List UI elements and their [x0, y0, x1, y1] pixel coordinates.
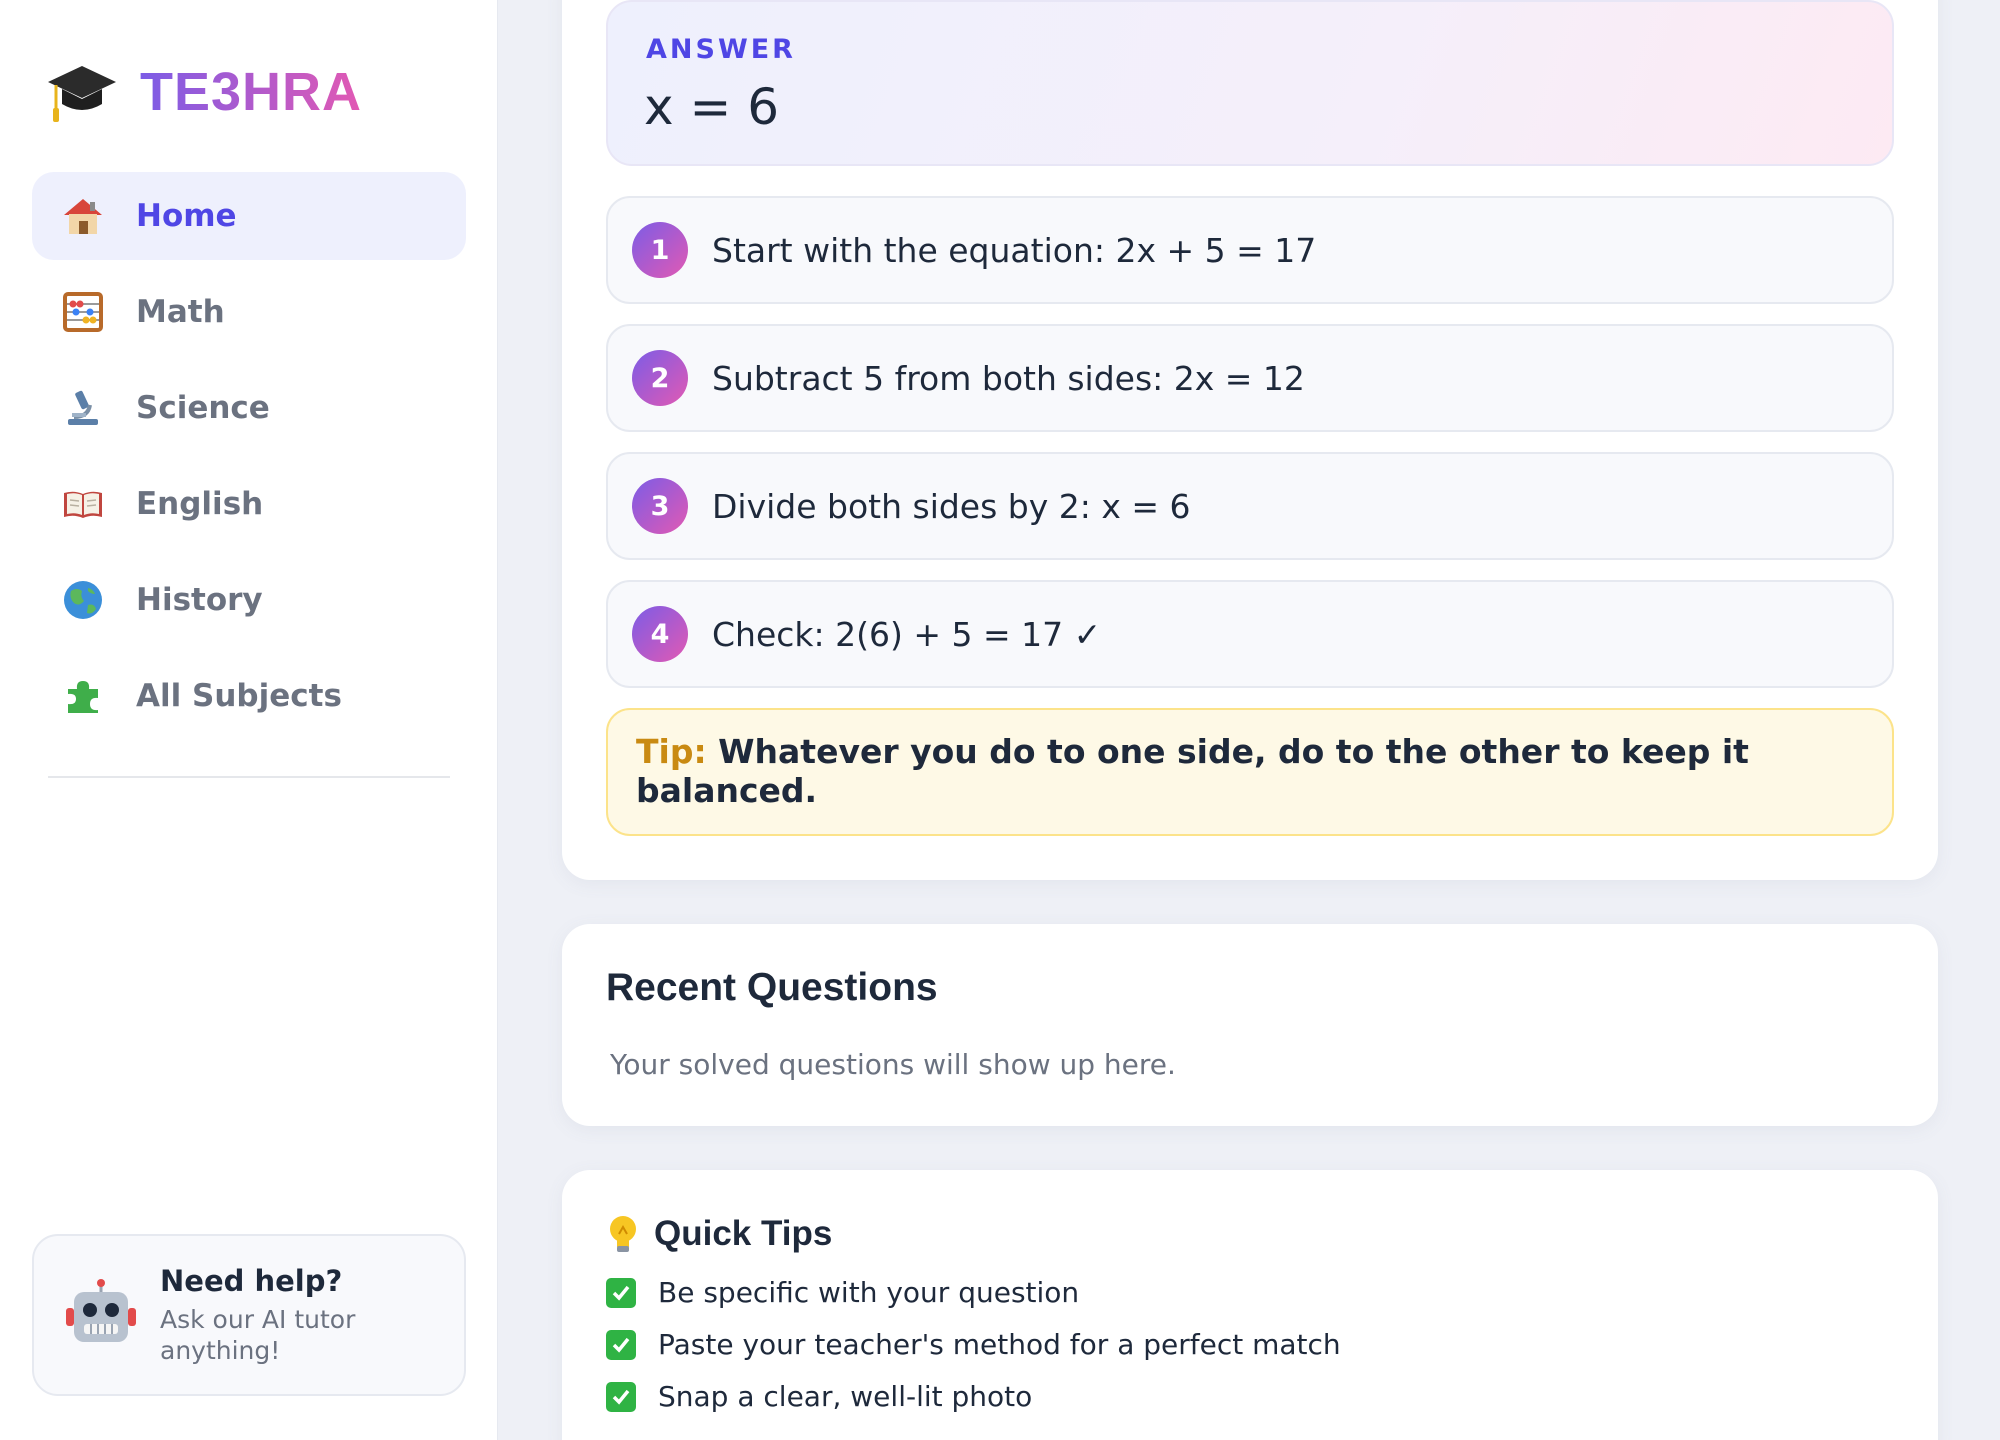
help-subtitle: Ask our AI tutor anything!: [160, 1305, 356, 1365]
sidebar-nav: Home Math Science English History All Su…: [32, 172, 466, 748]
sidebar-item-science[interactable]: Science: [32, 364, 466, 452]
brand-name: TE3HRA: [140, 62, 363, 122]
recent-questions-title: Recent Questions: [606, 966, 938, 1009]
sidebar: TE3HRA Home Math Science English History…: [0, 0, 498, 1440]
sidebar-item-label: All Subjects: [136, 678, 342, 714]
sidebar-item-label: History: [136, 582, 263, 618]
sidebar-item-label: Math: [136, 294, 225, 330]
sidebar-item-all-subjects[interactable]: All Subjects: [32, 652, 466, 740]
house-icon: [60, 193, 106, 239]
tip-label: Tip:: [636, 732, 707, 771]
sidebar-item-history[interactable]: History: [32, 556, 466, 644]
answer-box: ANSWER x = 6: [606, 0, 1894, 166]
recent-questions-empty: Your solved questions will show up here.: [610, 1048, 1176, 1081]
sidebar-item-math[interactable]: Math: [32, 268, 466, 356]
robot-icon: [66, 1279, 136, 1342]
tip-text: Whatever you do to one side, do to the o…: [636, 732, 1749, 810]
answer-value: x = 6: [644, 78, 780, 136]
check-mark-icon: [606, 1381, 636, 1412]
sidebar-item-home[interactable]: Home: [32, 172, 466, 260]
help-text: Need help? Ask our AI tutor anything!: [160, 1264, 390, 1366]
quick-tip-text: Be specific with your question: [658, 1276, 1080, 1309]
quick-tips-header: Quick Tips: [606, 1214, 832, 1254]
solution-step: 3 Divide both sides by 2: x = 6: [606, 452, 1894, 560]
check-mark-icon: [606, 1277, 636, 1308]
quick-tip-text: Snap a clear, well-lit photo: [658, 1380, 1033, 1413]
step-number: 2: [632, 350, 688, 406]
quick-tip-item: Be specific with your question: [606, 1276, 1079, 1309]
tip-box: Tip: Whatever you do to one side, do to …: [606, 708, 1894, 836]
globe-icon: [60, 577, 106, 623]
step-number: 4: [632, 606, 688, 662]
puzzle-icon: [60, 673, 106, 719]
solution-step: 4 Check: 2(6) + 5 = 17 ✓: [606, 580, 1894, 688]
lightbulb-icon: [610, 1216, 636, 1252]
solution-step: 1 Start with the equation: 2x + 5 = 17: [606, 196, 1894, 304]
quick-tips-card: Quick Tips Be specific with your questio…: [562, 1170, 1938, 1440]
step-number: 3: [632, 478, 688, 534]
sidebar-divider: [48, 776, 450, 778]
step-number: 1: [632, 222, 688, 278]
open-book-icon: [60, 481, 106, 527]
check-mark-icon: [606, 1329, 636, 1360]
quick-tip-item: Snap a clear, well-lit photo: [606, 1380, 1032, 1413]
solution-step: 2 Subtract 5 from both sides: 2x = 12: [606, 324, 1894, 432]
microscope-icon: [60, 385, 106, 431]
step-text: Subtract 5 from both sides: 2x = 12: [712, 358, 1305, 398]
quick-tips-title: Quick Tips: [654, 1214, 833, 1253]
sidebar-item-label: Home: [136, 198, 237, 234]
step-text: Divide both sides by 2: x = 6: [712, 486, 1191, 526]
step-text: Start with the equation: 2x + 5 = 17: [712, 230, 1317, 270]
logo[interactable]: TE3HRA: [46, 56, 362, 128]
step-text: Check: 2(6) + 5 = 17 ✓: [712, 614, 1102, 654]
quick-tip-text: Paste your teacher's method for a perfec…: [658, 1328, 1341, 1361]
solution-card: ANSWER x = 6 1 Start with the equation: …: [562, 0, 1938, 880]
sidebar-item-english[interactable]: English: [32, 460, 466, 548]
graduation-cap-icon: [48, 66, 116, 122]
sidebar-item-label: Science: [136, 390, 270, 426]
recent-questions-card: Recent Questions Your solved questions w…: [562, 924, 1938, 1126]
help-card[interactable]: Need help? Ask our AI tutor anything!: [32, 1234, 466, 1396]
answer-label: ANSWER: [646, 34, 796, 65]
quick-tip-item: Paste your teacher's method for a perfec…: [606, 1328, 1341, 1361]
abacus-icon: [60, 289, 106, 335]
help-title: Need help?: [160, 1264, 343, 1298]
sidebar-item-label: English: [136, 486, 264, 522]
